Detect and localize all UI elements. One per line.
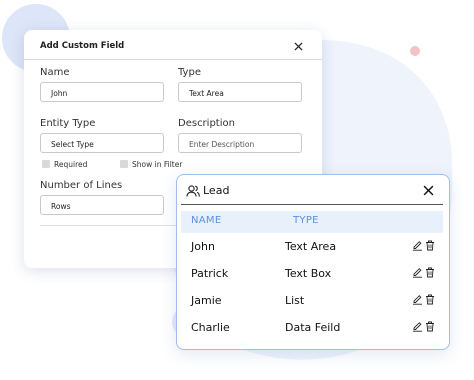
table-row: Jamie List	[177, 288, 447, 315]
number-of-lines-label: Number of Lines	[40, 180, 123, 191]
dialog-title: Add Custom Field	[40, 41, 125, 51]
row-type: Data Feild	[285, 321, 341, 334]
row-name: Charlie	[191, 321, 230, 334]
edit-icon[interactable]	[412, 267, 423, 278]
table-row: John Text Area	[177, 234, 447, 261]
description-input[interactable]: Enter Description	[178, 133, 302, 153]
show-in-filter-checkbox[interactable]	[120, 160, 128, 168]
row-type: Text Area	[285, 240, 337, 253]
show-in-filter-label: Show in Filter	[132, 160, 183, 169]
edit-icon[interactable]	[412, 321, 423, 332]
lead-panel: Lead NAME TYPE John Text Area Patrick Te…	[176, 174, 450, 350]
entity-type-label: Entity Type	[40, 118, 96, 129]
number-of-lines-input[interactable]: Rows	[40, 195, 164, 215]
type-label: Type	[178, 67, 201, 78]
row-name: John	[191, 240, 215, 253]
lead-divider	[181, 204, 443, 205]
trash-icon[interactable]	[425, 294, 435, 305]
table-header: NAME TYPE	[181, 211, 443, 233]
required-checkbox[interactable]	[42, 160, 50, 168]
column-header-name: NAME	[191, 215, 222, 226]
trash-icon[interactable]	[425, 240, 435, 251]
row-type: Text Box	[285, 267, 332, 280]
users-icon	[186, 185, 200, 197]
trash-icon[interactable]	[425, 267, 435, 278]
close-icon[interactable]	[423, 185, 434, 196]
table-row: Patrick Text Box	[177, 261, 447, 288]
lead-title: Lead	[203, 184, 230, 197]
row-name: Patrick	[191, 267, 229, 280]
edit-icon[interactable]	[412, 240, 423, 251]
background-dot	[410, 46, 420, 56]
dialog-header: Add Custom Field	[24, 30, 322, 60]
row-name: Jamie	[191, 294, 222, 307]
column-header-type: TYPE	[293, 215, 319, 226]
name-input[interactable]: John	[40, 82, 164, 102]
edit-icon[interactable]	[412, 294, 423, 305]
type-input[interactable]: Text Area	[178, 82, 302, 102]
close-icon[interactable]	[294, 42, 303, 51]
description-label: Description	[178, 118, 235, 129]
required-label: Required	[54, 160, 88, 169]
entity-type-select[interactable]: Select Type	[40, 133, 164, 153]
name-label: Name	[40, 67, 70, 78]
trash-icon[interactable]	[425, 321, 435, 332]
table-row: Charlie Data Feild	[177, 315, 447, 342]
row-type: List	[285, 294, 305, 307]
